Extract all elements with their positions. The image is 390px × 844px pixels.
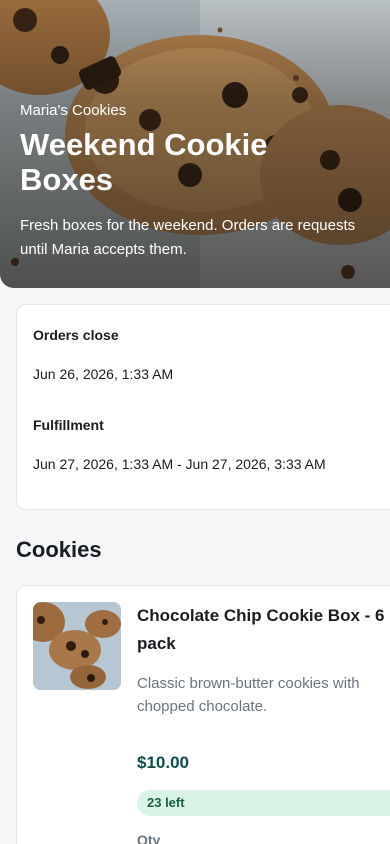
orders-close-value: Jun 26, 2026, 1:33 AM [33,366,174,382]
schedule-card: Orders close Jun 26, 2026, 1:33 AM Fulfi… [16,304,390,510]
cookie-thumbnail-icon [33,602,121,690]
product-name[interactable]: Chocolate Chip Cookie Box - 6 pack [137,602,390,658]
qty-label: Qty [137,832,161,844]
fulfillment-label: Fulfillment [33,417,104,433]
product-card[interactable]: Chocolate Chip Cookie Box - 6 pack Class… [16,585,390,844]
page-title: Weekend Cookie Boxes [20,127,268,197]
orders-close-label: Orders close [33,327,119,343]
orders-close-block: Orders close Jun 26, 2026, 1:33 AM [33,325,389,384]
fulfillment-value: Jun 27, 2026, 1:33 AM - Jun 27, 2026, 3:… [33,456,326,472]
hero-banner: Maria's Cookies Weekend Cookie Boxes Fre… [0,0,390,288]
page-subtitle: Fresh boxes for the weekend. Orders are … [20,217,356,258]
product-info: Chocolate Chip Cookie Box - 6 pack Class… [137,602,390,844]
product-description: Classic brown-butter cookies with choppe… [137,675,360,715]
hero-content: Maria's Cookies Weekend Cookie Boxes Fre… [20,101,360,262]
product-price: $10.00 [137,753,189,772]
section-title-cookies: Cookies [16,537,102,562]
stock-badge: 23 left [137,790,390,816]
product-image [33,602,121,690]
brand-name: Maria's Cookies [20,102,127,119]
fulfillment-block: Fulfillment Jun 27, 2026, 1:33 AM - Jun … [33,415,389,474]
